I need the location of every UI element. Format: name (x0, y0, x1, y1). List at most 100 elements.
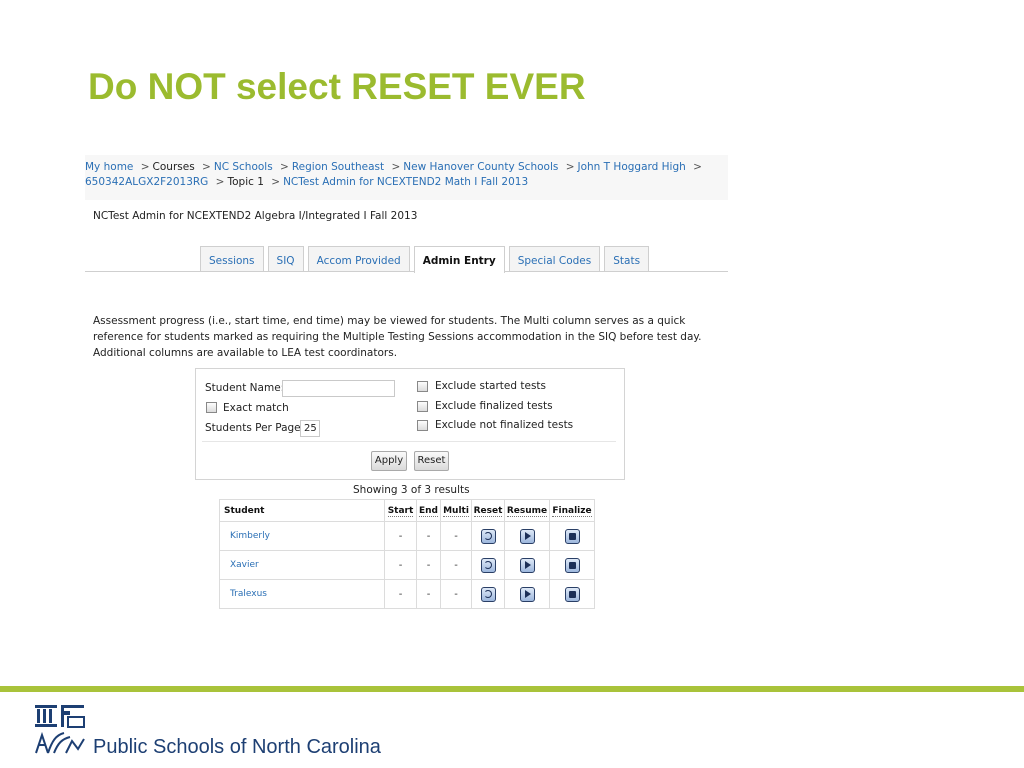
exact-match-label: Exact match (223, 402, 289, 414)
tab-bar: Sessions SIQ Accom Provided Admin Entry … (200, 246, 653, 273)
tab-stats[interactable]: Stats (604, 246, 650, 271)
header-end[interactable]: End (416, 499, 441, 522)
student-link-xavier[interactable]: Xavier (220, 560, 384, 570)
reset-cell (471, 521, 505, 551)
students-per-page-input[interactable]: 25 (300, 420, 320, 437)
tab-accom-provided[interactable]: Accom Provided (307, 246, 410, 271)
breadcrumb-nctest-admin[interactable]: NCTest Admin for NCEXTEND2 Math I Fall 2… (283, 176, 528, 188)
exclude-finalized-label: Exclude finalized tests (435, 400, 553, 412)
header-reset-label: Reset (473, 505, 503, 517)
nc-schools-logo-icon (35, 705, 85, 754)
breadcrumb-separator: > (140, 161, 150, 173)
finalize-cell (549, 550, 595, 580)
student-link-tralexus[interactable]: Tralexus (220, 589, 384, 599)
exclude-not-finalized-label: Exclude not finalized tests (435, 419, 574, 431)
end-cell: - (416, 579, 441, 609)
finalize-cell (549, 521, 595, 551)
reset-icon[interactable] (480, 557, 496, 573)
reset-cell (471, 550, 505, 580)
breadcrumb-hoggard-high[interactable]: John T Hoggard High (578, 161, 686, 173)
header-multi[interactable]: Multi (440, 499, 472, 522)
student-name-label: Student Name: (205, 382, 285, 394)
header-resume-label: Resume (506, 505, 548, 517)
breadcrumb-separator: > (280, 161, 289, 173)
student-name-input[interactable] (282, 380, 395, 397)
breadcrumb-course-code[interactable]: 650342ALGX2F2013RG (85, 176, 208, 188)
exclude-started-label: Exclude started tests (435, 380, 547, 392)
start-cell: - (384, 579, 417, 609)
header-reset[interactable]: Reset (471, 499, 505, 522)
student-link-kimberly[interactable]: Kimberly (220, 531, 384, 541)
student-cell: Xavier (219, 550, 385, 580)
breadcrumb-new-hanover[interactable]: New Hanover County Schools (403, 161, 558, 173)
resume-cell (504, 550, 550, 580)
breadcrumb-separator: > (693, 161, 702, 173)
filter-panel: Student Name: Exact match Students Per P… (195, 368, 625, 480)
stop-icon[interactable] (564, 557, 580, 573)
student-cell: Kimberly (219, 521, 385, 551)
tab-siq[interactable]: SIQ (267, 246, 304, 271)
header-finalize-label: Finalize (552, 505, 592, 517)
breadcrumb-my-home[interactable]: My home (85, 161, 133, 173)
header-student: Student (219, 499, 385, 522)
multi-cell: - (440, 579, 472, 609)
results-summary: Showing 3 of 3 results (353, 484, 470, 496)
table-header-row: Student Start End Multi Reset Resume Fin… (219, 499, 595, 522)
tab-sessions[interactable]: Sessions (200, 246, 264, 271)
results-table: Student Start End Multi Reset Resume Fin… (219, 499, 595, 609)
filter-divider (202, 441, 616, 442)
table-row: Xavier - - - (219, 550, 595, 580)
stop-icon[interactable] (564, 528, 580, 544)
breadcrumb-separator: > (202, 161, 211, 173)
exclude-not-finalized-checkbox[interactable] (417, 420, 428, 431)
reset-icon[interactable] (480, 528, 496, 544)
start-cell: - (384, 550, 417, 580)
reset-icon[interactable] (480, 586, 496, 602)
tab-special-codes[interactable]: Special Codes (508, 246, 601, 271)
header-start-label: Start (387, 505, 414, 517)
apply-button[interactable]: Apply (371, 451, 407, 471)
breadcrumb-region-southeast[interactable]: Region Southeast (292, 161, 384, 173)
breadcrumb-separator: > (215, 176, 225, 188)
course-title: NCTest Admin for NCEXTEND2 Algebra I/Int… (93, 210, 418, 222)
resume-cell (504, 579, 550, 609)
students-per-page-label: Students Per Page: (205, 422, 305, 434)
resume-cell (504, 521, 550, 551)
breadcrumb-line-2: 650342ALGX2F2013RG > Topic 1 > NCTest Admi… (85, 175, 728, 190)
breadcrumb: My home > Courses > NC Schools > Region Sou… (85, 155, 728, 200)
table-row: Tralexus - - - (219, 579, 595, 609)
breadcrumb-separator: > (391, 161, 401, 173)
exclude-started-checkbox[interactable] (417, 381, 428, 392)
header-start[interactable]: Start (384, 499, 417, 522)
breadcrumb-topic: Topic 1 (227, 176, 264, 188)
finalize-cell (549, 579, 595, 609)
breadcrumb-courses: Courses (152, 161, 195, 173)
reset-cell (471, 579, 505, 609)
play-icon[interactable] (519, 557, 535, 573)
header-multi-label: Multi (443, 505, 469, 517)
tab-admin-entry[interactable]: Admin Entry (413, 246, 505, 273)
slide-title: Do NOT select RESET EVER (88, 66, 586, 107)
description-text: Assessment progress (i.e., start time, e… (93, 315, 702, 359)
footer-org-name: Public Schools of North Carolina (93, 736, 381, 758)
reset-filter-button[interactable]: Reset (414, 451, 449, 471)
breadcrumb-line-1: My home > Courses > NC Schools > Region Sou… (85, 160, 728, 175)
breadcrumb-separator: > (565, 161, 575, 173)
end-cell: - (416, 550, 441, 580)
header-end-label: End (419, 505, 438, 517)
exclude-finalized-checkbox[interactable] (417, 401, 428, 412)
breadcrumb-nc-schools[interactable]: NC Schools (214, 161, 273, 173)
student-cell: Tralexus (219, 579, 385, 609)
breadcrumb-separator: > (271, 176, 281, 188)
start-cell: - (384, 521, 417, 551)
end-cell: - (416, 521, 441, 551)
stop-icon[interactable] (564, 586, 580, 602)
header-finalize[interactable]: Finalize (549, 499, 595, 522)
exact-match-checkbox[interactable] (206, 402, 217, 413)
play-icon[interactable] (519, 528, 535, 544)
header-resume[interactable]: Resume (504, 499, 550, 522)
multi-cell: - (440, 550, 472, 580)
footer-accent-bar (0, 686, 1024, 692)
multi-cell: - (440, 521, 472, 551)
play-icon[interactable] (519, 586, 535, 602)
